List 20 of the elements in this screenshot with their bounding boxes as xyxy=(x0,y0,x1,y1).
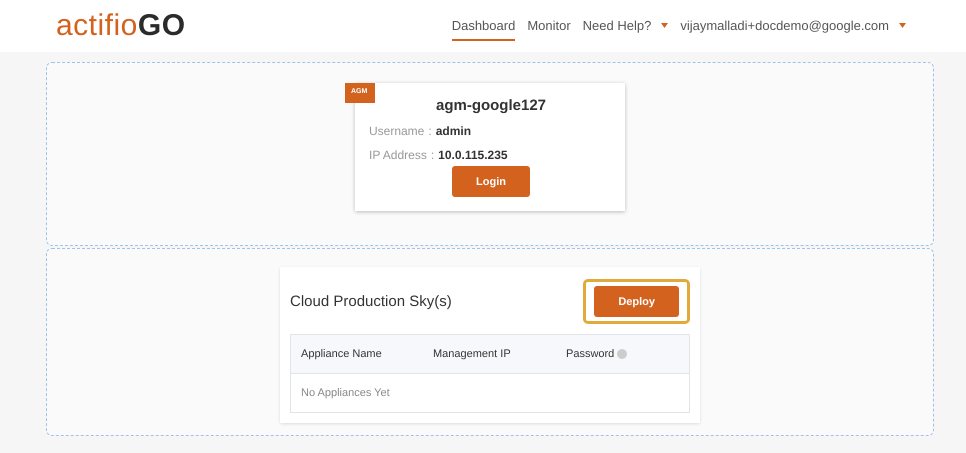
field-value: admin xyxy=(436,124,472,138)
nav-link[interactable]: vijaymalladi+docdemo@google.com xyxy=(680,12,906,40)
column-header: Management IP xyxy=(433,348,512,360)
login-button[interactable]: Login xyxy=(452,166,530,197)
nav-link[interactable]: Monitor xyxy=(527,12,571,40)
panel-title: Cloud Production Sky(s) xyxy=(290,293,452,310)
column-header: Appliance Name xyxy=(301,348,383,360)
logo: actifioGO xyxy=(56,9,186,43)
appliance-name: agm-google127 xyxy=(436,97,546,114)
field-label: IP Address xyxy=(369,148,427,162)
field-separator: : xyxy=(428,124,432,138)
field-separator: : xyxy=(430,148,434,162)
field-label: Username xyxy=(369,124,424,138)
nav-link[interactable]: Dashboard xyxy=(452,12,516,40)
field-value: 10.0.115.235 xyxy=(438,148,508,162)
nav-link[interactable]: Need Help? xyxy=(582,12,668,40)
deploy-button[interactable]: Deploy xyxy=(594,286,679,317)
help-icon xyxy=(617,349,628,359)
empty-message: No Appliances Yet xyxy=(300,386,391,401)
column-header: Password xyxy=(566,348,679,360)
